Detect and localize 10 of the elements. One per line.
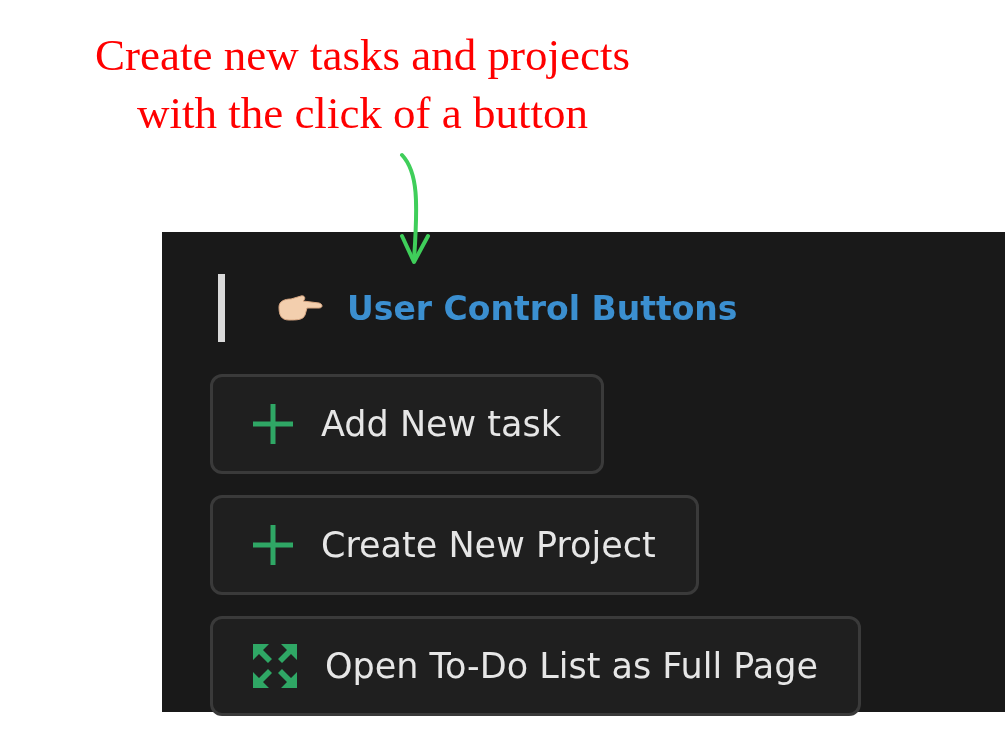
quote-bar [218, 274, 225, 342]
plus-icon [251, 402, 295, 446]
expand-icon [251, 642, 299, 690]
section-heading: User Control Buttons [347, 288, 738, 328]
plus-icon [251, 523, 295, 567]
action-button[interactable]: Open To-Do List as Full Page [210, 616, 862, 716]
pointing-hand-icon [275, 293, 323, 323]
action-button[interactable]: Add New task [210, 374, 605, 474]
action-button[interactable]: Create New Project [210, 495, 699, 595]
annotation-text: Create new tasks and projects with the click of a button [94, 29, 631, 140]
